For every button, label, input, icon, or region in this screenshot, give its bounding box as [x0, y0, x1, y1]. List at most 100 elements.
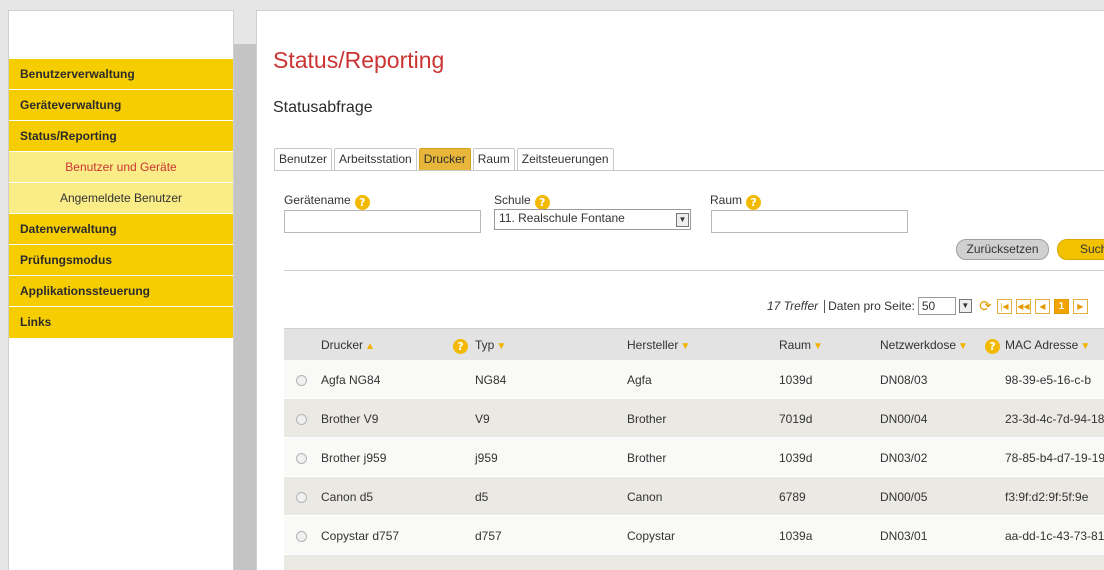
gutter	[234, 44, 256, 570]
next-page-icon[interactable]: ▶	[1072, 298, 1088, 314]
filter-divider	[284, 270, 1104, 271]
schule-label-text: Schule	[494, 193, 531, 207]
raum-input[interactable]	[711, 210, 908, 233]
cell-raum: 6789	[779, 490, 806, 504]
cell-name: Agfa NG84	[321, 373, 381, 387]
main-content: Status/Reporting Statusabfrage Benutzer …	[256, 10, 1104, 570]
header-typ[interactable]: Typ ▼	[475, 338, 506, 352]
sidebar-item-pruefungsmodus[interactable]: Prüfungsmodus	[9, 245, 233, 276]
row-radio[interactable]	[296, 492, 307, 503]
row-radio[interactable]	[296, 375, 307, 386]
tab-raum[interactable]: Raum	[472, 148, 515, 171]
dropdown-arrow-icon[interactable]: ▼	[676, 213, 689, 227]
help-icon[interactable]: ?	[453, 339, 468, 354]
cell-raum: 7019d	[779, 412, 813, 426]
table-row[interactable]: Brother V9 V9 Brother 7019d DN00/04 23-3…	[284, 399, 1104, 438]
row-radio[interactable]	[296, 453, 307, 464]
cell-hersteller: Brother	[627, 451, 667, 465]
sidebar-item-benutzerverwaltung[interactable]: Benutzerverwaltung	[9, 59, 233, 90]
cell-netzwerkdose: DN08/03	[880, 373, 928, 387]
prev-fast-icon[interactable]: ◀◀	[1015, 298, 1031, 314]
netzwerkdose-help: ?	[981, 337, 1000, 354]
cell-raum: 1039d	[779, 451, 813, 465]
schule-select-value: 11. Realschule Fontane	[499, 211, 625, 225]
cell-hersteller: Canon	[627, 490, 663, 504]
header-typ-label: Typ	[475, 338, 495, 352]
printer-table: Drucker ▲ ? Typ ▼ Hersteller ▼ Raum ▼ Netzwe…	[284, 328, 1104, 570]
table-row[interactable]: Copystar d757 d757 Copystar 1039a DN03/0…	[284, 516, 1104, 555]
sidebar-subitem-angemeldete-benutzer[interactable]: Angemeldete Benutzer	[9, 183, 233, 214]
header-hersteller-label: Hersteller	[627, 338, 679, 352]
reset-button[interactable]: Zurücksetzen	[956, 239, 1049, 260]
header-mac[interactable]: MAC Adresse ▼	[1005, 338, 1090, 352]
cell-hersteller: Copystar	[627, 529, 676, 543]
sidebar-item-status-reporting[interactable]: Status/Reporting	[9, 121, 233, 152]
cell-mac: f3:9f:d2:9f:5f:9e	[1005, 490, 1089, 504]
sidebar-item-datenverwaltung[interactable]: Datenverwaltung	[9, 214, 233, 245]
cell-typ: V9	[475, 412, 490, 426]
page-title: Status/Reporting	[273, 47, 445, 73]
table-row[interactable]: Canon d5 d5 Canon 6789 DN00/05 f3:9f:d2:…	[284, 477, 1104, 516]
tab-benutzer[interactable]: Benutzer	[274, 148, 333, 171]
header-mac-label: MAC Adresse	[1005, 338, 1079, 352]
header-netzwerkdose[interactable]: Netzwerkdose ▼	[880, 338, 968, 352]
cell-typ: NG84	[475, 373, 507, 387]
tab-zeitsteuerungen[interactable]: Zeitsteuerungen	[516, 148, 614, 171]
cell-name: Brother V9	[321, 412, 379, 426]
help-icon[interactable]: ?	[985, 339, 1000, 354]
header-raum[interactable]: Raum ▼	[779, 338, 823, 352]
table-row[interactable]: Agfa NG84 NG84 Agfa 1039d DN08/03 98-39-…	[284, 360, 1104, 399]
first-page-icon[interactable]: |◀	[996, 298, 1012, 314]
pager: 17 Treffer Daten pro Seite: 50 ▼ ⟳ |◀ ◀◀…	[767, 296, 1088, 316]
sort-desc-icon: ▼	[813, 341, 823, 352]
sort-asc-icon: ▲	[365, 341, 375, 352]
cell-mac: 23-3d-4c-7d-94-18	[1005, 412, 1104, 426]
tab-bar: Benutzer Arbeitsstation Drucker Raum Zei…	[274, 148, 616, 171]
cell-hersteller: Agfa	[627, 373, 652, 387]
cell-name: Brother j959	[321, 451, 387, 465]
help-icon[interactable]: ?	[354, 195, 370, 210]
sidebar-nav: Benutzerverwaltung Geräteverwaltung Stat…	[9, 59, 233, 338]
cell-typ: j959	[475, 451, 498, 465]
prev-page-icon[interactable]: ◀	[1034, 298, 1050, 314]
cell-netzwerkdose: DN00/05	[880, 490, 928, 504]
sidebar: Benutzerverwaltung Geräteverwaltung Stat…	[8, 10, 234, 570]
sidebar-item-geraeteverwaltung[interactable]: Geräteverwaltung	[9, 90, 233, 121]
sidebar-subitem-benutzer-und-geraete[interactable]: Benutzer und Geräte	[9, 152, 233, 183]
current-page-button[interactable]: 1	[1053, 298, 1069, 314]
header-drucker-label: Drucker	[321, 338, 364, 352]
help-icon[interactable]: ?	[746, 195, 762, 210]
geraetename-input[interactable]	[284, 210, 481, 233]
cell-typ: d5	[475, 490, 489, 504]
cell-netzwerkdose: DN03/02	[880, 451, 928, 465]
header-raum-label: Raum	[779, 338, 812, 352]
cell-hersteller: Brother	[627, 412, 667, 426]
cell-netzwerkdose: DN00/04	[880, 412, 928, 426]
sidebar-item-applikationssteuerung[interactable]: Applikationssteuerung	[9, 276, 233, 307]
header-hersteller[interactable]: Hersteller ▼	[627, 338, 690, 352]
row-radio[interactable]	[296, 531, 307, 542]
tab-drucker[interactable]: Drucker	[418, 148, 471, 171]
cell-name: Canon d5	[321, 490, 374, 504]
per-page-select[interactable]: 50	[917, 297, 956, 315]
search-button[interactable]: Suchen	[1057, 239, 1104, 260]
dropdown-arrow-icon[interactable]: ▼	[958, 299, 972, 313]
cell-mac: aa-dd-1c-43-73-81	[1005, 529, 1104, 543]
cell-name: Copystar d757	[321, 529, 400, 543]
header-netzwerkdose-label: Netzwerkdose	[880, 338, 957, 352]
geraetename-label-text: Gerätename	[284, 193, 351, 207]
header-drucker[interactable]: Drucker ▲	[321, 338, 375, 352]
cell-raum: 1039d	[779, 373, 813, 387]
refresh-icon[interactable]: ⟳	[977, 298, 993, 314]
sidebar-item-links[interactable]: Links	[9, 307, 233, 338]
tab-arbeitsstation[interactable]: Arbeitsstation	[334, 148, 417, 171]
table-row[interactable]: Brother j959 j959 Brother 1039d DN03/02 …	[284, 438, 1104, 477]
schule-select[interactable]: 11. Realschule Fontane ▼	[494, 209, 691, 230]
sort-desc-icon: ▼	[496, 341, 507, 352]
sort-desc-icon: ▼	[680, 341, 691, 352]
row-radio[interactable]	[296, 414, 307, 425]
cell-typ: d757	[475, 529, 502, 543]
table-row-partial[interactable]	[284, 555, 1104, 570]
geraetename-label: Gerätename?	[284, 193, 370, 210]
help-icon[interactable]: ?	[534, 195, 550, 210]
